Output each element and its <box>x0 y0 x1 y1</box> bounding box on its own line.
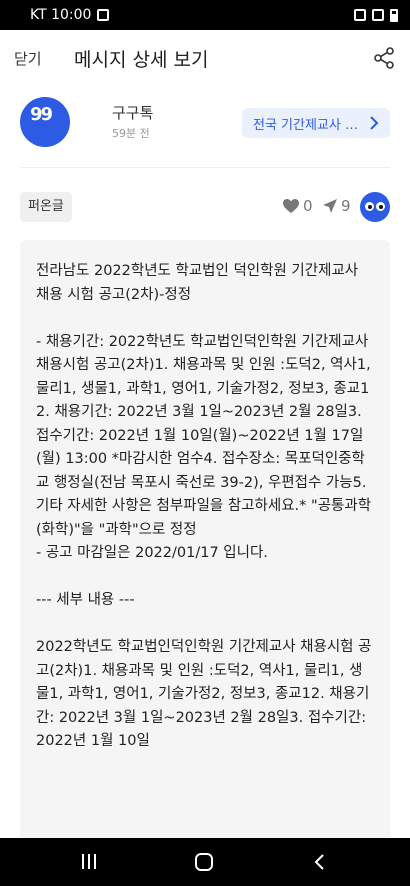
repost-tag: 퍼온글 <box>20 192 72 222</box>
eye-icon <box>365 202 374 211</box>
message-time: 59분 전 <box>112 127 150 140</box>
navigation-bar <box>0 838 410 886</box>
send-icon <box>323 199 337 213</box>
status-bar: KT 10:00 <box>0 0 410 30</box>
app-bar: 닫기 메시지 상세 보기 <box>0 30 410 86</box>
carrier-time: KT 10:00 <box>30 7 92 23</box>
like-count: 0 <box>303 197 313 215</box>
wifi-icon <box>372 9 384 21</box>
bot-avatar-icon[interactable] <box>360 192 390 222</box>
page-title: 메시지 상세 보기 <box>74 48 209 71</box>
avatar-text: 99 <box>30 104 53 125</box>
close-button[interactable]: 닫기 <box>14 48 42 69</box>
share-count-button[interactable]: 9 <box>322 197 351 215</box>
alarm-icon <box>354 9 366 21</box>
like-button[interactable]: 0 <box>282 197 313 215</box>
recents-icon[interactable] <box>82 854 96 869</box>
message-body: 전라남도 2022학년도 학교법인 덕인학원 기간제교사 채용 시험 공고(2차… <box>36 263 372 749</box>
avatar[interactable]: 99 <box>20 97 70 147</box>
eye-icon <box>376 202 385 211</box>
share-icon[interactable] <box>372 46 396 70</box>
home-icon[interactable] <box>195 853 213 871</box>
share-count: 9 <box>341 197 351 215</box>
category-link[interactable]: 전국 기간제교사 채용정보 <box>242 108 390 138</box>
sender-profile: 99 구구톡 59분 전 전국 기간제교사 채용정보 <box>0 92 410 162</box>
sender-name[interactable]: 구구톡 <box>112 102 153 123</box>
chevron-right-icon <box>370 116 379 130</box>
message-meta: 퍼온글 0 9 <box>0 188 410 226</box>
battery-icon <box>390 8 398 22</box>
category-label: 전국 기간제교사 채용정보 <box>253 117 361 133</box>
gallery-icon <box>97 9 110 21</box>
back-icon[interactable] <box>312 853 326 871</box>
message-card: 전라남도 2022학년도 학교법인 덕인학원 기간제교사 채용 시험 공고(2차… <box>20 240 390 860</box>
heart-icon <box>283 199 299 213</box>
divider <box>20 167 390 168</box>
